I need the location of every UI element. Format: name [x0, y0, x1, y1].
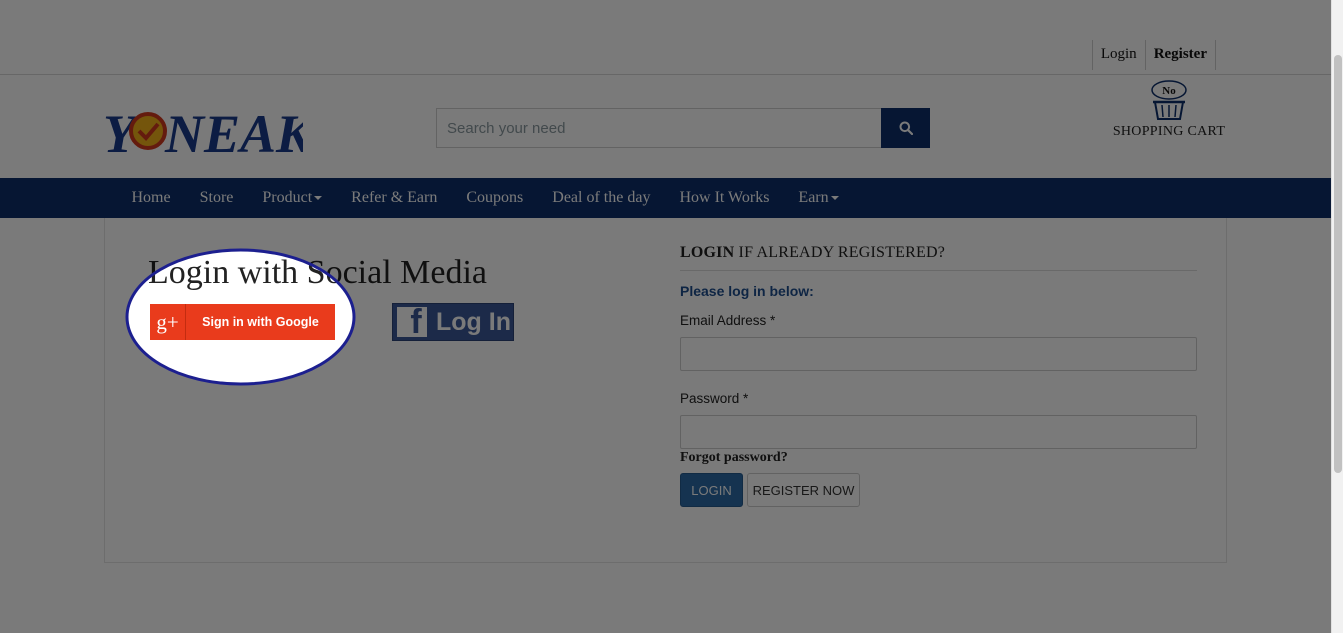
shopping-cart[interactable]: No SHOPPING CART [1108, 80, 1230, 140]
svg-text:NEAK: NEAK [164, 104, 303, 160]
nav-item-coupons[interactable]: Coupons [452, 189, 538, 207]
google-signin-label: Sign in with Google [202, 315, 319, 329]
cart-basket-icon: No [1151, 80, 1187, 120]
nav-label: Deal of the day [552, 189, 651, 206]
password-label: Password * [680, 391, 749, 406]
top-register-link[interactable]: Register [1144, 40, 1216, 70]
login-subheading: Please log in below: [680, 283, 814, 299]
main-nav: Home Store Product Refer & Earn Coupons … [0, 178, 1331, 218]
search-input[interactable] [436, 108, 881, 148]
nav-label: Earn [798, 189, 829, 206]
nav-label: Coupons [466, 189, 524, 206]
nav-item-home[interactable]: Home [117, 189, 185, 207]
email-field[interactable] [680, 337, 1197, 371]
vertical-scrollbar[interactable] [1331, 0, 1343, 633]
facebook-icon: f [397, 307, 427, 337]
nav-item-refer-earn[interactable]: Refer & Earn [337, 189, 452, 207]
forgot-password-link[interactable]: Forgot password? [680, 450, 788, 466]
scrollbar-thumb[interactable] [1334, 55, 1342, 473]
nav-label: Refer & Earn [351, 189, 438, 206]
nav-label: Store [199, 189, 234, 206]
google-signin-button[interactable]: g+ Sign in with Google [150, 304, 335, 340]
top-login-link[interactable]: Login [1091, 40, 1145, 70]
nav-item-store[interactable]: Store [185, 189, 248, 207]
search-icon [899, 121, 913, 135]
svg-text:.com: .com [301, 100, 303, 129]
cart-label: SHOPPING CART [1112, 124, 1226, 139]
search-button[interactable] [881, 108, 930, 148]
nav-label: How It Works [679, 189, 770, 206]
email-label: Email Address * [680, 313, 776, 328]
search-bar [436, 108, 930, 148]
login-button[interactable]: LOGIN [680, 473, 743, 507]
facebook-login-label: Log In [436, 307, 511, 336]
top-bar: Login Register [0, 0, 1331, 75]
google-plus-icon: g+ [150, 304, 186, 340]
nav-label: Product [262, 189, 313, 206]
caret-down-icon [830, 196, 839, 201]
nav-item-earn[interactable]: Earn [784, 189, 853, 207]
caret-down-icon [314, 196, 323, 201]
nav-item-how-it-works[interactable]: How It Works [665, 189, 784, 207]
login-heading: LOGIN IF ALREADY REGISTERED? [680, 244, 1197, 271]
account-links: Login Register [1091, 40, 1216, 70]
password-field[interactable] [680, 415, 1197, 449]
nav-item-product[interactable]: Product [248, 189, 337, 207]
site-logo[interactable]: Y NEAK .com [103, 99, 316, 164]
nav-label: Home [131, 189, 171, 206]
svg-text:No: No [1162, 85, 1176, 97]
register-now-button[interactable]: REGISTER NOW [747, 473, 860, 507]
nav-item-deal-of-the-day[interactable]: Deal of the day [538, 189, 665, 207]
social-login-title: Login with Social Media [148, 254, 488, 291]
facebook-login-button[interactable]: f Log In [392, 303, 514, 341]
